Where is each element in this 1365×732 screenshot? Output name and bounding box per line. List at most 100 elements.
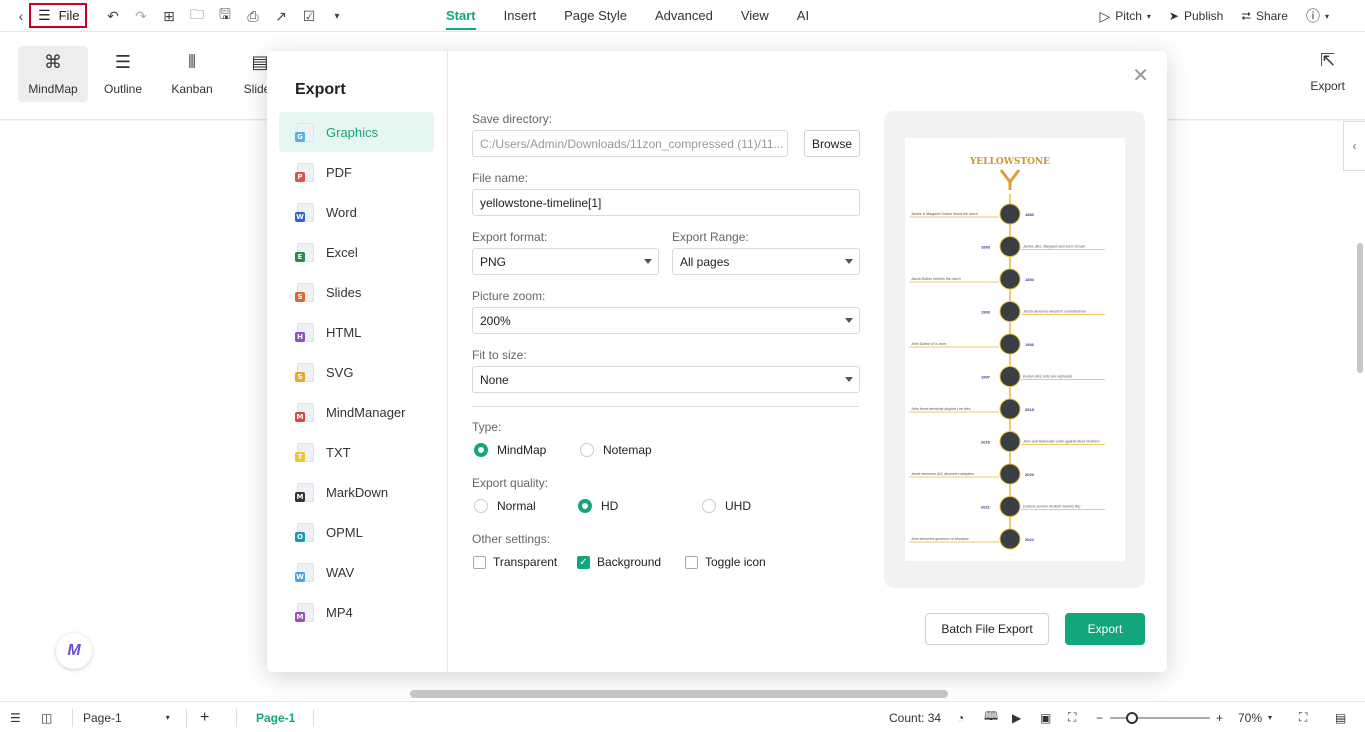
type-mindmap-radio[interactable]: MindMap	[474, 443, 546, 457]
vertical-scrollbar[interactable]	[1357, 243, 1363, 373]
publish-label: Publish	[1183, 9, 1224, 23]
view-outline-button[interactable]: ☰ Outline	[88, 46, 158, 102]
browse-button[interactable]: Browse	[804, 130, 860, 157]
theme-icon[interactable]: ◔	[957, 702, 964, 732]
panel-toggle-icon[interactable]: ◫	[41, 702, 52, 732]
format-graphics[interactable]: G Graphics	[279, 112, 434, 152]
export-quick-icon[interactable]: ↗	[270, 5, 292, 27]
file-name-field[interactable]: yellowstone-timeline[1]	[472, 189, 860, 216]
file-name-label: File name:	[472, 171, 529, 185]
quality-uhd-radio[interactable]: UHD	[702, 499, 751, 513]
format-opml[interactable]: O OPML	[279, 512, 434, 552]
svg-icon: S	[295, 362, 314, 382]
new-file-icon[interactable]: ⊞	[158, 5, 180, 27]
picture-zoom-select[interactable]: 200%	[472, 307, 860, 334]
save-directory-field[interactable]: C:/Users/Admin/Downloads/11zon_compresse…	[472, 130, 788, 157]
preview-event-photo	[999, 528, 1021, 550]
quality-normal-radio[interactable]: Normal	[474, 499, 536, 513]
zoom-slider[interactable]	[1110, 702, 1210, 732]
format-svg[interactable]: S SVG	[279, 352, 434, 392]
preview-event: Jacob Dutton inherits the ranch 1894	[909, 268, 1035, 290]
zoom-in-icon[interactable]: +	[1216, 702, 1223, 732]
share-label: Share	[1255, 9, 1288, 23]
redo-icon[interactable]: ↷	[130, 5, 152, 27]
format-mp4[interactable]: M MP4	[279, 592, 434, 632]
format-wav[interactable]: W WAV	[279, 552, 434, 592]
outline-icon: ☰	[114, 52, 132, 72]
collapse-panel-icon[interactable]: ▤	[1335, 702, 1346, 732]
format-label: MarkDown	[326, 484, 389, 500]
toggle-icon-checkbox[interactable]: Toggle icon	[685, 555, 766, 569]
page-tab[interactable]: Page-1	[256, 702, 295, 732]
format-html[interactable]: H HTML	[279, 312, 434, 352]
preview-event-text: James dies, Margaret and sons remain	[1022, 245, 1085, 249]
preview-event-text: James & Margaret Dutton found the ranch	[910, 212, 978, 216]
background-checkbox[interactable]: ✓ Background	[577, 555, 661, 569]
book-icon[interactable]: 🕮	[984, 702, 998, 732]
format-pdf[interactable]: P PDF	[279, 152, 434, 192]
radio-selected-indicator	[578, 499, 592, 513]
format-txt[interactable]: T TXT	[279, 432, 434, 472]
menu-page-style[interactable]: Page Style	[550, 0, 641, 32]
horizontal-scrollbar[interactable]	[410, 690, 948, 698]
ribbon-export-button[interactable]: ⇱ Export	[1310, 50, 1345, 93]
close-icon[interactable]: ✕	[1132, 63, 1149, 88]
format-label: PDF	[326, 164, 352, 180]
format-label: SVG	[326, 364, 354, 380]
ai-assistant-logo[interactable]: M	[56, 633, 92, 669]
preview-event-year: 1903	[981, 310, 991, 315]
menu-ai[interactable]: AI	[783, 0, 823, 32]
page-select[interactable]: Page-1 ▾	[83, 702, 170, 732]
view-mindmap-button[interactable]: ⌘ MindMap	[18, 46, 88, 102]
share-button[interactable]: ⮂ Share	[1241, 9, 1288, 24]
send-icon: ➤	[1168, 9, 1179, 23]
fit-to-size-select[interactable]: None	[472, 366, 860, 393]
menu-advanced[interactable]: Advanced	[641, 0, 727, 32]
more-chevron-icon[interactable]: ▾	[326, 5, 348, 27]
format-slides[interactable]: S Slides	[279, 272, 434, 312]
format-excel[interactable]: E Excel	[279, 232, 434, 272]
open-folder-icon[interactable]: 🗀	[186, 5, 208, 27]
fullscreen-icon[interactable]: ⛶	[1299, 702, 1307, 732]
export-format-select[interactable]: PNG	[472, 248, 659, 275]
preview-event-year: 2021	[981, 505, 991, 510]
menu-insert[interactable]: Insert	[490, 0, 551, 32]
pitch-button[interactable]: ▷ Pitch ▾	[1099, 8, 1150, 25]
publish-button[interactable]: ➤ Publish	[1169, 9, 1223, 23]
slides-icon: S	[295, 282, 314, 302]
transparent-checkbox[interactable]: Transparent	[473, 555, 557, 569]
batch-export-button[interactable]: Batch File Export	[925, 613, 1049, 645]
add-page-icon[interactable]: +	[200, 702, 209, 732]
menu-start[interactable]: Start	[432, 0, 490, 32]
save-directory-label: Save directory:	[472, 112, 553, 126]
format-word[interactable]: W Word	[279, 192, 434, 232]
presentation-play-icon[interactable]: ▶	[1012, 702, 1021, 732]
format-list: G Graphics P PDF W Word E Excel S Slides H HTML S SVG…	[279, 112, 434, 632]
zoom-slider-thumb[interactable]	[1125, 711, 1138, 724]
side-panel-toggle[interactable]: ‹	[1343, 121, 1365, 171]
outline-toggle-icon[interactable]: ☰	[10, 702, 21, 732]
menu-view[interactable]: View	[727, 0, 783, 32]
chevron-down-icon: ▾	[165, 713, 170, 722]
file-menu-button[interactable]: ☰ File	[29, 3, 87, 28]
help-button[interactable]: ⓘ ▾	[1306, 6, 1329, 26]
fit-page-icon[interactable]: ▣	[1040, 702, 1051, 732]
preview-event-photo	[999, 463, 1021, 485]
view-kanban-button[interactable]: ⫴ Kanban	[157, 46, 227, 102]
checklist-icon[interactable]: ☑	[298, 5, 320, 27]
zoom-out-icon[interactable]: −	[1096, 702, 1103, 732]
type-notemap-radio[interactable]: Notemap	[580, 443, 652, 457]
preview-event: Jacob becomes livestock commissioner 1903	[981, 301, 1105, 322]
quality-hd-label: HD	[601, 499, 619, 513]
format-markdown[interactable]: M MarkDown	[279, 472, 434, 512]
export-button[interactable]: Export	[1065, 613, 1145, 645]
fullscreen-fit-icon[interactable]: ⛶	[1068, 702, 1076, 732]
save-icon[interactable]: 🖫	[214, 5, 236, 27]
zoom-select[interactable]: 70% ▾	[1238, 702, 1272, 732]
export-range-select[interactable]: All pages	[672, 248, 860, 275]
quality-hd-radio[interactable]: HD	[578, 499, 618, 513]
pdf-icon: P	[295, 162, 314, 182]
format-mindmanager[interactable]: M MindManager	[279, 392, 434, 432]
undo-icon[interactable]: ↶	[102, 5, 124, 27]
print-icon[interactable]: ⎙	[242, 5, 264, 27]
